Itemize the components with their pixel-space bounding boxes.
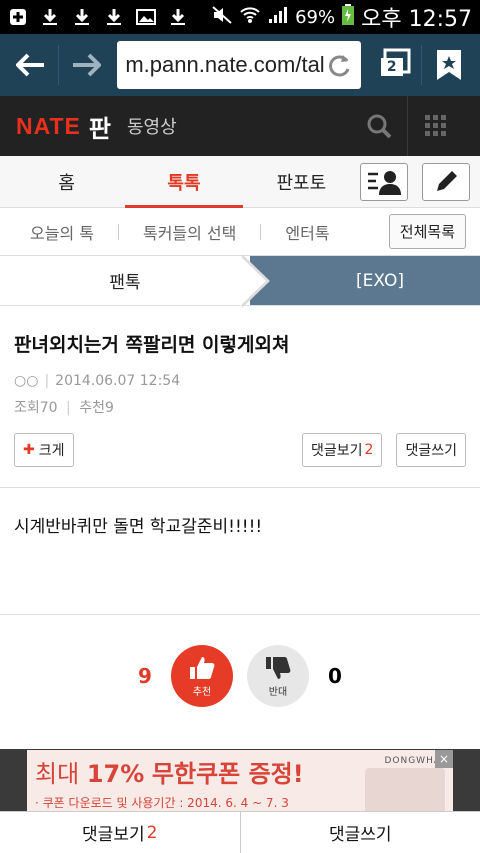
oppose-button[interactable]: 반대 xyxy=(247,645,309,707)
browser-toolbar: m.pann.nate.com/tal 2 xyxy=(0,34,480,96)
thumbs-up-icon xyxy=(190,656,215,679)
search-icon xyxy=(367,114,392,139)
bigger-text-button[interactable]: ✚ 크게 xyxy=(14,433,74,467)
post-meta: ○○ | 2014.06.07 12:54 xyxy=(14,373,466,389)
divider: | xyxy=(66,400,71,416)
post-author[interactable]: ○○ xyxy=(14,373,38,389)
status-bar: 69% 오후 12:57 xyxy=(0,0,480,34)
tab-count: 2 xyxy=(380,58,403,76)
bottom-bar: 댓글보기 2 댓글쓰기 xyxy=(0,811,480,853)
divider xyxy=(58,45,60,85)
pan-logo[interactable]: 판 xyxy=(89,109,111,144)
ad-close-icon[interactable]: × xyxy=(435,750,453,768)
divider xyxy=(117,223,119,240)
ad-product-image xyxy=(365,768,445,814)
tabs-button[interactable]: 2 xyxy=(371,42,415,88)
subtab-picks[interactable]: 톡커들의 선택 xyxy=(143,220,236,244)
divider xyxy=(420,45,422,85)
post-tools: ✚ 크게 댓글보기 2 댓글쓰기 xyxy=(14,433,466,467)
ad-headline-suffix: 무한쿠폰 증정! xyxy=(151,760,304,788)
post-title: 판녀외치는거 쪽팔리면 이렇게외쳐 xyxy=(14,334,290,356)
ad-subtext: · 쿠폰 다운로드 및 사용기간 : 2014. 6. 4 ~ 7. 3 xyxy=(35,796,289,810)
battery-icon xyxy=(341,3,355,31)
bottom-write-comment-button[interactable]: 댓글쓰기 xyxy=(239,812,480,853)
ad-brand: DONGWHA xyxy=(384,756,441,766)
main-tabs: 홈 톡톡 판포토 xyxy=(0,156,480,208)
refresh-icon[interactable] xyxy=(325,51,353,79)
pencil-icon xyxy=(437,170,457,191)
vote-section: 9 추천 반대 0 xyxy=(0,615,480,737)
post-views: 조회70 xyxy=(14,400,58,416)
download-icon xyxy=(168,7,188,27)
signal-icon xyxy=(267,5,289,30)
all-list-button[interactable]: 전체목록 xyxy=(388,214,466,249)
forward-arrow-icon xyxy=(73,53,102,77)
subtab-enter[interactable]: 엔터톡 xyxy=(285,220,329,244)
post-header: 판녀외치는거 쪽팔리면 이렇게외쳐 ○○ | 2014.06.07 12:54 … xyxy=(0,306,480,467)
bigger-text-label: 크게 xyxy=(38,443,65,459)
write-button[interactable] xyxy=(422,162,470,201)
nate-logo[interactable]: NATE xyxy=(16,113,81,140)
tab-talk[interactable]: 톡톡 xyxy=(125,156,243,208)
clock: 오후 12:57 xyxy=(361,7,472,32)
view-comments-button[interactable]: 댓글보기 2 xyxy=(302,433,383,467)
post-body: 시계반바퀴만 돌면 학교갈준비!!!!! xyxy=(14,517,263,537)
downvote-count: 0 xyxy=(328,664,342,688)
mute-icon xyxy=(211,5,233,30)
post-stats: 조회70 | 추천9 xyxy=(14,397,466,417)
breadcrumb-fantalk[interactable]: 팬톡 xyxy=(0,256,250,305)
bottom-view-comments-button[interactable]: 댓글보기 2 xyxy=(0,812,240,853)
bottom-comment-count: 2 xyxy=(146,822,158,843)
breadcrumb: 팬톡 [EXO] xyxy=(0,254,480,308)
ad-banner[interactable]: 최대 17% 무한쿠폰 증정! · 쿠폰 다운로드 및 사용기간 : 2014.… xyxy=(27,750,453,818)
image-icon xyxy=(136,7,156,27)
site-header: NATE 판 동영상 xyxy=(0,96,480,156)
tab-home[interactable]: 홈 xyxy=(8,156,125,207)
back-arrow-icon xyxy=(16,53,45,77)
ad-container: 최대 17% 무한쿠폰 증정! · 쿠폰 다운로드 및 사용기간 : 2014.… xyxy=(0,749,480,819)
add-notification-icon xyxy=(8,7,28,27)
forward-button[interactable] xyxy=(65,43,107,87)
ad-headline-prefix: 최대 xyxy=(35,760,80,788)
write-comment-button[interactable]: 댓글쓰기 xyxy=(396,433,466,467)
bottom-write-comment-label: 댓글쓰기 xyxy=(328,825,392,845)
divider: | xyxy=(44,373,50,389)
oppose-label: 반대 xyxy=(268,686,288,698)
menu-button[interactable] xyxy=(408,96,464,156)
write-comment-label: 댓글쓰기 xyxy=(405,443,457,459)
divider xyxy=(260,223,262,240)
back-button[interactable] xyxy=(10,43,52,87)
post-recommends: 추천9 xyxy=(79,400,114,416)
ad-headline-percent: 17% xyxy=(86,760,145,788)
bottom-view-comments-label: 댓글보기 xyxy=(82,825,145,845)
wifi-icon xyxy=(239,5,261,30)
plus-icon: ✚ xyxy=(23,442,35,458)
download-icon xyxy=(104,7,124,27)
recommend-button[interactable]: 추천 xyxy=(171,645,233,707)
download-icon xyxy=(72,7,92,27)
breadcrumb-arrow xyxy=(240,256,266,306)
thumbs-down-icon xyxy=(266,656,291,679)
ad-headline: 최대 17% 무한쿠폰 증정! xyxy=(35,754,304,789)
video-link[interactable]: 동영상 xyxy=(127,113,177,139)
tab-photo[interactable]: 판포토 xyxy=(243,156,360,207)
bookmark-button[interactable] xyxy=(428,43,470,87)
my-page-button[interactable] xyxy=(360,162,408,201)
bookmark-star-icon xyxy=(436,50,461,80)
url-text[interactable]: m.pann.nate.com/tal xyxy=(125,52,324,78)
url-bar[interactable]: m.pann.nate.com/tal xyxy=(117,41,361,89)
sub-tabs: 오늘의 톡 톡커들의 선택 엔터톡 전체목록 xyxy=(0,208,480,256)
download-icon xyxy=(40,7,60,27)
post-datetime: 2014.06.07 12:54 xyxy=(55,373,181,389)
upvote-count: 9 xyxy=(138,664,152,688)
grid-menu-icon xyxy=(425,115,446,136)
user-list-icon xyxy=(368,170,401,195)
breadcrumb-exo[interactable]: [EXO] xyxy=(250,256,480,305)
recommend-label: 추천 xyxy=(192,686,212,698)
comment-count: 2 xyxy=(364,442,374,458)
battery-percent: 69% xyxy=(295,6,336,28)
subtab-today[interactable]: 오늘의 톡 xyxy=(30,220,94,244)
search-button[interactable] xyxy=(351,96,407,156)
view-comments-label: 댓글보기 xyxy=(311,443,363,459)
